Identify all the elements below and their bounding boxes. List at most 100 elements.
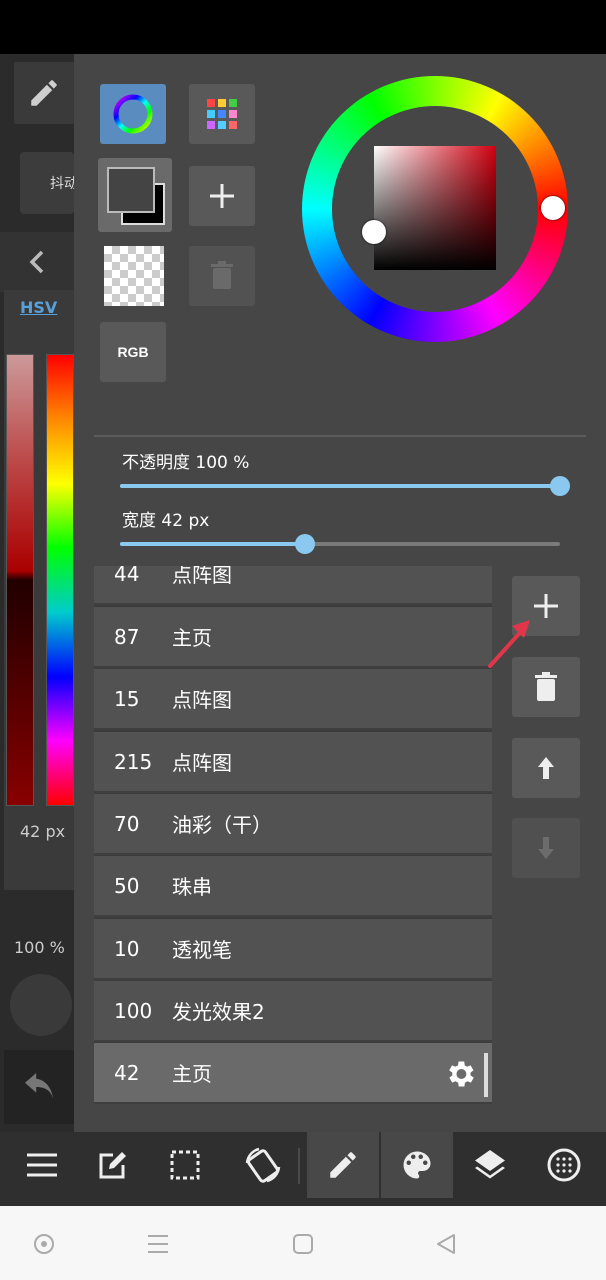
layers-button[interactable] (454, 1132, 526, 1198)
red-pointer-arrow-icon (488, 620, 530, 668)
menu-button[interactable] (6, 1132, 78, 1198)
selection-button[interactable] (149, 1132, 221, 1198)
transparent-color-swatch[interactable] (104, 246, 164, 306)
delete-color-button[interactable] (189, 246, 255, 306)
brush-tab-partial[interactable]: 抖动 (20, 152, 74, 214)
brush-tab-label: 抖动 (50, 176, 74, 192)
brush-name: 点阵图 (172, 751, 232, 775)
brush-size: 42 (114, 1060, 140, 1085)
brush-size: 50 (114, 873, 140, 898)
brush-list[interactable]: 44 点阵图 87 主页 15 点阵图 215 点阵图 70 油彩（干） 50 … (94, 566, 492, 1104)
back-nav-button[interactable] (432, 1230, 460, 1258)
material-button[interactable] (528, 1132, 600, 1198)
home-circle-icon (34, 1234, 54, 1254)
color-palette-button[interactable] (381, 1132, 453, 1198)
plus-icon (534, 594, 558, 618)
toolbar-separator (298, 1148, 300, 1184)
foreground-color-square (107, 167, 155, 213)
brush-size: 15 (114, 686, 140, 711)
list-item[interactable]: 15 点阵图 (94, 669, 492, 730)
value-slider[interactable] (6, 354, 34, 806)
edit-square-icon (99, 1152, 126, 1179)
arrow-up-icon (538, 757, 554, 779)
selection-icon (170, 1150, 200, 1180)
width-slider-thumb[interactable] (294, 534, 315, 554)
color-wheel-icon (113, 94, 153, 134)
opacity-label: 不透明度 100 % (122, 453, 250, 473)
pen-tool-button[interactable] (307, 1132, 379, 1198)
brush-name: 发光效果2 (172, 1000, 265, 1024)
layers-icon (475, 1150, 505, 1179)
gear-icon (449, 1061, 474, 1087)
brush-name: 油彩（干） (172, 813, 272, 837)
brush-size: 87 (114, 624, 140, 649)
width-label: 宽度 42 px (122, 511, 210, 531)
color-mode-link[interactable]: HSV (20, 298, 57, 317)
opacity-slider[interactable] (120, 476, 570, 496)
opacity-slider-fill (120, 484, 560, 488)
trash-icon (535, 672, 557, 701)
add-color-button[interactable] (189, 166, 255, 226)
rgb-button-label: RGB (117, 344, 149, 360)
list-scrollbar[interactable] (484, 1053, 488, 1097)
fg-bg-color-swatch[interactable] (98, 158, 172, 232)
color-panel: RGB 不透明度 100 % 宽度 42 px 44 点阵图 87 主页 15 … (74, 54, 606, 1132)
palette-grid-button[interactable] (189, 84, 255, 144)
color-slider-panel: HSV 42 px (4, 290, 74, 890)
list-item[interactable]: 87 主页 (94, 607, 492, 668)
brush-name: 主页 (172, 1062, 212, 1086)
saturation-value-square[interactable] (374, 146, 496, 270)
color-grid-icon (207, 99, 237, 129)
pen-icon (330, 1152, 356, 1178)
arrow-down-icon (538, 837, 554, 859)
status-bar (0, 0, 606, 54)
menu-nav-button[interactable] (144, 1230, 172, 1258)
collapse-button[interactable] (0, 232, 74, 292)
undo-icon (25, 1073, 53, 1099)
plus-icon (210, 184, 234, 208)
brush-size: 215 (114, 749, 153, 774)
pen-tool-button[interactable] (14, 62, 74, 124)
undo-button[interactable] (4, 1050, 74, 1124)
trash-icon (211, 261, 233, 289)
list-item[interactable]: 50 珠串 (94, 856, 492, 917)
hue-slider[interactable] (46, 354, 74, 806)
list-item[interactable]: 100 发光效果2 (94, 981, 492, 1042)
width-slider[interactable] (120, 534, 560, 554)
brush-name: 珠串 (172, 875, 212, 899)
chevron-left-icon (29, 250, 44, 274)
hue-knob[interactable] (541, 196, 565, 220)
color-wheel-mode-button[interactable] (100, 84, 166, 144)
brush-name: 点阵图 (172, 566, 232, 587)
opacity-readout: 100 % (14, 938, 65, 957)
rotate-screen-button[interactable] (227, 1132, 299, 1198)
list-item[interactable]: 44 点阵图 (94, 566, 492, 605)
size-readout: 42 px (20, 822, 66, 841)
system-nav-bar (0, 1206, 606, 1280)
move-down-button[interactable] (512, 818, 580, 878)
brush-name: 主页 (172, 626, 212, 650)
palette-icon (403, 1151, 431, 1179)
left-tool-strip: 抖动 HSV 42 px 100 % (0, 54, 74, 1132)
brush-size: 100 (114, 998, 153, 1023)
brush-settings-button[interactable] (442, 1056, 478, 1092)
hue-wheel[interactable] (302, 76, 568, 342)
list-item-selected[interactable]: 42 主页 (94, 1043, 492, 1104)
assistant-button[interactable] (30, 1230, 58, 1258)
brush-name: 透视笔 (172, 938, 232, 962)
rotate-screen-icon (245, 1147, 281, 1183)
list-item[interactable]: 10 透视笔 (94, 919, 492, 980)
pen-icon (31, 80, 57, 106)
square-icon (293, 1234, 313, 1254)
home-nav-button[interactable] (289, 1230, 317, 1258)
menu-icon (27, 1153, 57, 1177)
opacity-slider-thumb[interactable] (550, 476, 570, 496)
move-up-button[interactable] (512, 738, 580, 798)
list-item[interactable]: 70 油彩（干） (94, 794, 492, 855)
edit-button[interactable] (77, 1132, 149, 1198)
list-item[interactable]: 215 点阵图 (94, 732, 492, 793)
rgb-mode-button[interactable]: RGB (100, 322, 166, 382)
brush-size: 10 (114, 936, 140, 961)
width-slider-fill (120, 542, 305, 546)
sv-knob[interactable] (362, 220, 386, 244)
